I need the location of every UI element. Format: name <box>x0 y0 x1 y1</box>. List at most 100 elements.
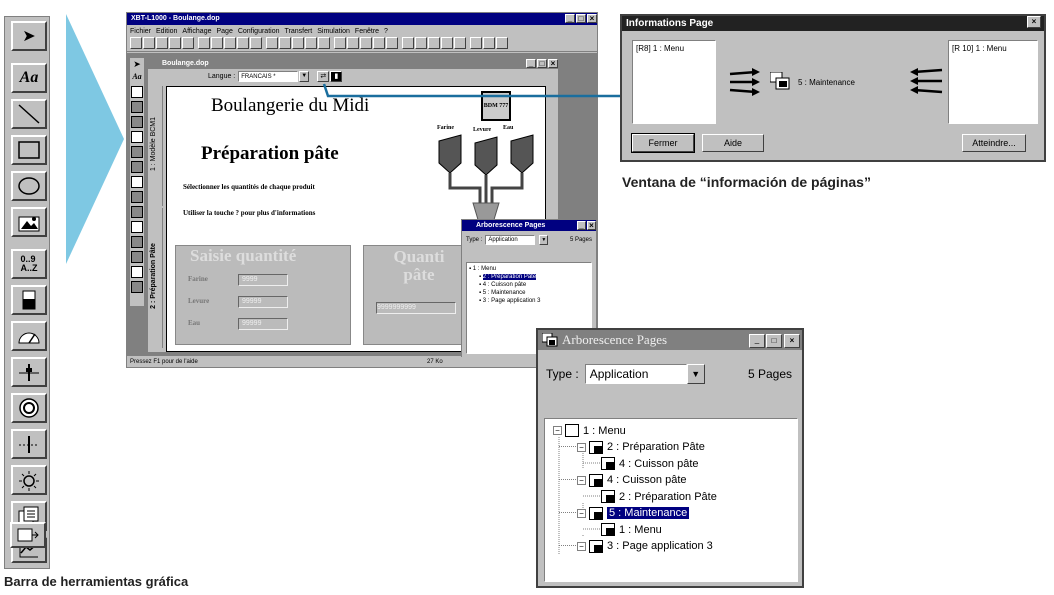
arbo-type-select[interactable]: Application <box>584 364 687 384</box>
ellipse-tool-icon[interactable] <box>11 171 47 201</box>
arbo-close-icon[interactable]: × <box>784 333 800 348</box>
select-arrow-icon[interactable]: ➤ <box>11 21 47 51</box>
toolbar-button[interactable] <box>224 37 236 49</box>
minimize-icon[interactable]: _ <box>565 13 575 23</box>
info-close-icon[interactable]: × <box>1027 16 1041 28</box>
mini-arbo-close-icon[interactable]: × <box>587 220 596 230</box>
slider-tool-icon[interactable] <box>11 429 47 459</box>
mini-tree-item[interactable]: ▪ 4 : Cuisson pâte <box>469 281 589 289</box>
arbo-maximize-icon[interactable]: □ <box>766 333 782 348</box>
app-tool-icon[interactable] <box>131 281 143 293</box>
toolbar-button[interactable] <box>386 37 398 49</box>
arbo-minimize-icon[interactable]: _ <box>749 333 765 348</box>
tree-expander-icon[interactable]: − <box>577 442 586 452</box>
toolbar-button[interactable] <box>360 37 372 49</box>
app-tool-icon[interactable] <box>131 131 143 143</box>
app-tool-icon[interactable] <box>131 146 143 158</box>
langue-select[interactable]: FRANCAIS * <box>238 71 299 82</box>
tree-expander-icon[interactable]: − <box>577 508 586 518</box>
toolbar-button[interactable] <box>454 37 466 49</box>
toolbar-button[interactable] <box>305 37 317 49</box>
fermer-button[interactable]: Fermer <box>631 133 695 153</box>
gauge-tool-icon[interactable] <box>11 321 47 351</box>
app-tool-icon[interactable] <box>131 221 143 233</box>
doc-minimize-icon[interactable]: _ <box>526 58 536 68</box>
bitmap-tool-icon[interactable] <box>11 207 47 237</box>
toolbar-button[interactable] <box>441 37 453 49</box>
mini-arbo-dropdown-icon[interactable]: ▼ <box>539 235 549 245</box>
numeric-field-icon[interactable]: 0..9 A..Z <box>11 249 47 279</box>
toolbar-button[interactable] <box>237 37 249 49</box>
toolbar-button[interactable] <box>250 37 262 49</box>
toolbar-button[interactable] <box>373 37 385 49</box>
menu-item[interactable]: Page <box>216 26 232 37</box>
toolbar-button[interactable] <box>279 37 291 49</box>
rectangle-tool-icon[interactable] <box>11 135 47 165</box>
toolbar-button[interactable] <box>318 37 330 49</box>
text-tool-icon[interactable]: Aa <box>11 63 47 93</box>
tree-item[interactable]: − 2 : Préparation Pâte <box>577 440 705 455</box>
mini-tree-item[interactable]: ▪ 1 : Menu <box>469 265 589 273</box>
toolbar-button[interactable] <box>182 37 194 49</box>
toolbar-button[interactable] <box>130 37 142 49</box>
menu-item[interactable]: Configuration <box>238 26 280 37</box>
toolbar-button[interactable] <box>143 37 155 49</box>
toolbar-button[interactable] <box>402 37 414 49</box>
app-tool-icon[interactable] <box>131 191 143 203</box>
app-toolbox-text-icon[interactable]: Aa <box>130 70 144 84</box>
tree-expander-icon[interactable]: − <box>553 426 562 435</box>
line-tool-icon[interactable] <box>11 99 47 129</box>
toolbar-button[interactable] <box>198 37 210 49</box>
mini-arbo-titlebar[interactable]: Arborescence Pages _ × <box>462 220 596 231</box>
app-tool-icon[interactable] <box>131 101 143 113</box>
toolbar-button[interactable] <box>347 37 359 49</box>
toolbar-button[interactable] <box>496 37 508 49</box>
toolbar-button[interactable] <box>211 37 223 49</box>
langue-dropdown-icon[interactable]: ▼ <box>299 71 310 82</box>
menu-item[interactable]: Simulation <box>317 26 350 37</box>
app-tool-icon[interactable] <box>131 266 143 278</box>
menu-item[interactable]: Fenêtre <box>355 26 379 37</box>
menu-item[interactable]: ? <box>384 26 388 37</box>
tree-item[interactable]: − 1 : Menu <box>553 423 626 438</box>
doc-maximize-icon[interactable]: □ <box>537 58 547 68</box>
toolbar-button[interactable] <box>428 37 440 49</box>
tree-item[interactable]: − 4 : Cuisson pâte <box>577 473 687 488</box>
toolbar-button[interactable] <box>169 37 181 49</box>
toolbar-button[interactable] <box>266 37 278 49</box>
app-tool-icon[interactable] <box>131 236 143 248</box>
maximize-icon[interactable]: □ <box>576 13 586 23</box>
atteindre-button[interactable]: Atteindre... <box>962 134 1026 152</box>
arbo-titlebar[interactable]: Arborescence Pages _ □ × <box>538 330 802 350</box>
menu-item[interactable]: Fichier <box>130 26 151 37</box>
toolbar-last-button[interactable] <box>10 522 46 548</box>
mini-arbo-minimize-icon[interactable]: _ <box>577 220 586 230</box>
mini-tree-item[interactable]: ▪ 2 : Préparation Pâte <box>469 273 589 281</box>
app-tool-icon[interactable] <box>131 251 143 263</box>
arbo-dropdown-icon[interactable]: ▼ <box>686 364 705 384</box>
saisie-field-input[interactable]: 99999 <box>238 318 288 330</box>
toolbar-button[interactable] <box>483 37 495 49</box>
menu-item[interactable]: Edition <box>156 26 177 37</box>
mini-tree-item[interactable]: ▪ 3 : Page application 3 <box>469 297 589 305</box>
toolbar-button[interactable] <box>415 37 427 49</box>
app-tool-icon[interactable] <box>131 86 143 98</box>
main-window-titlebar[interactable]: XBT-L1000 - Boulange.dop _ □ × <box>127 13 597 25</box>
tree-expander-icon[interactable]: − <box>577 541 586 551</box>
toolbar-button[interactable] <box>292 37 304 49</box>
mini-tree-item[interactable]: ▪ 5 : Maintenance <box>469 289 589 297</box>
doc-close-icon[interactable]: × <box>548 58 558 68</box>
vertical-tab-model[interactable]: 1 : Modèle BCM1 <box>149 86 163 206</box>
info-page-titlebar[interactable]: Informations Page × <box>622 16 1044 31</box>
toolbar-button[interactable] <box>156 37 168 49</box>
aide-button[interactable]: Aide <box>702 134 764 152</box>
vertical-tab-page[interactable]: 2 : Préparation Pâte <box>149 208 163 348</box>
tree-item[interactable]: 4 : Cuisson pâte <box>601 456 699 471</box>
tree-item[interactable]: − 3 : Page application 3 <box>577 539 713 554</box>
app-tool-icon[interactable] <box>131 161 143 173</box>
mini-arbo-type-select[interactable]: Application <box>485 235 536 245</box>
app-tool-icon[interactable] <box>131 176 143 188</box>
trend-tool-icon[interactable] <box>11 357 47 387</box>
app-tool-icon[interactable] <box>131 206 143 218</box>
bargraph-tool-icon[interactable] <box>11 285 47 315</box>
